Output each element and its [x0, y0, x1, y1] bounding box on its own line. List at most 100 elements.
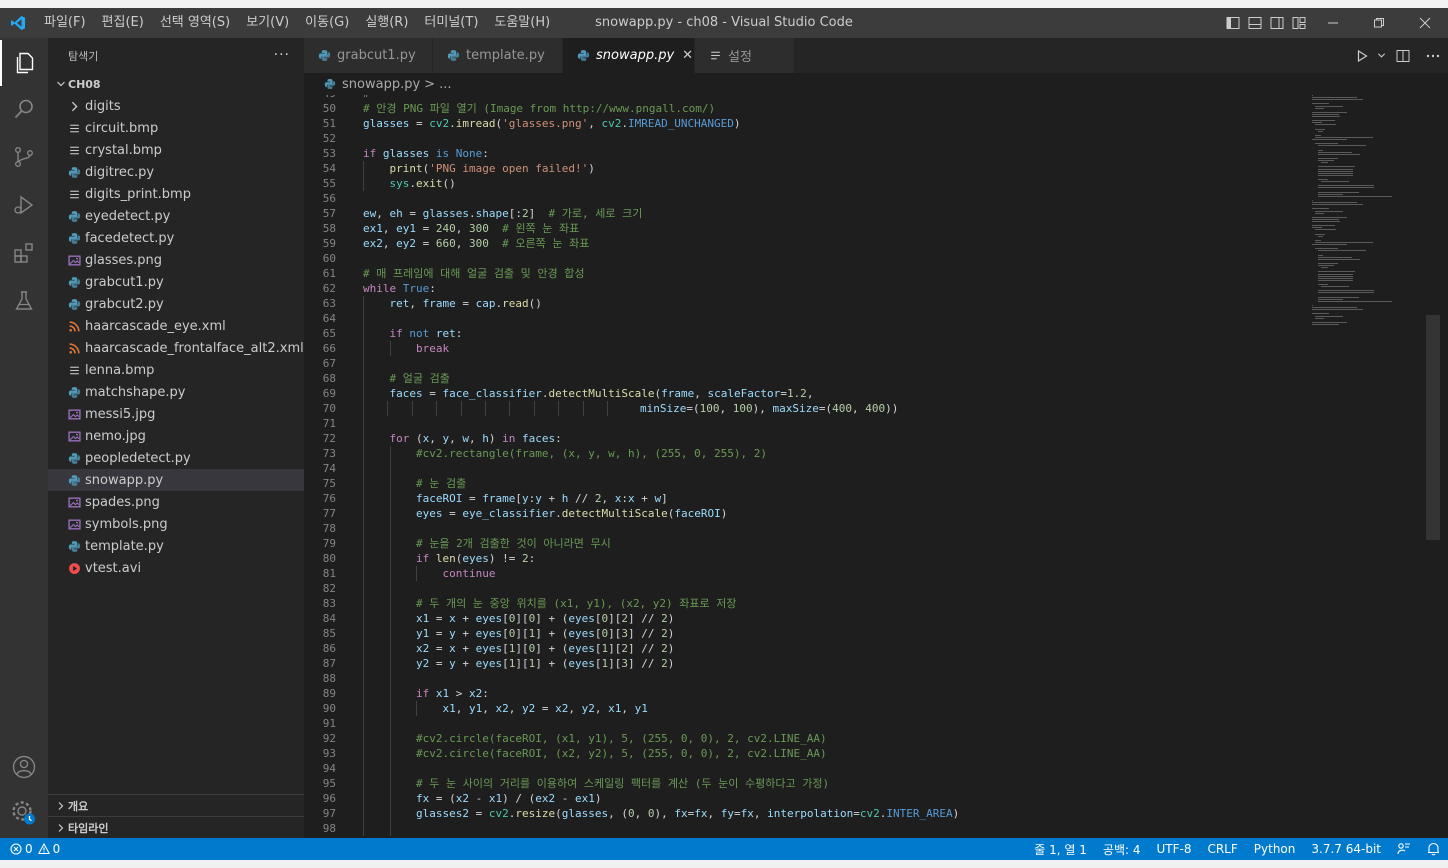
end-of-line[interactable]: CRLF — [1199, 842, 1245, 856]
encoding[interactable]: UTF-8 — [1148, 842, 1199, 856]
indentation[interactable]: 공백: 4 — [1095, 841, 1149, 858]
toggle-panel-icon[interactable] — [1244, 8, 1266, 38]
editor-tab[interactable]: 설정 — [695, 38, 795, 73]
menu-item[interactable]: 터미널(T) — [416, 8, 486, 38]
editor-tab[interactable]: snowapp.py ✕ — [563, 38, 695, 73]
search-icon[interactable] — [0, 86, 48, 132]
code-token: [ — [594, 612, 602, 625]
language-mode[interactable]: Python — [1246, 842, 1304, 856]
menu-item[interactable]: 이동(G) — [297, 8, 357, 38]
source-control-icon[interactable] — [0, 134, 48, 180]
outline-section[interactable]: 개요 — [48, 794, 304, 816]
split-editor-icon[interactable] — [1388, 38, 1418, 73]
tree-file[interactable]: lenna.bmp — [48, 359, 304, 381]
tree-file[interactable]: grabcut2.py — [48, 293, 304, 315]
code-token: = — [429, 642, 450, 655]
error-count: 0 — [25, 842, 33, 856]
problems-indicator[interactable]: 0 0 — [0, 838, 60, 860]
code-token: , — [588, 117, 602, 130]
tree-file[interactable]: matchshape.py — [48, 381, 304, 403]
line-number: 55 — [322, 177, 336, 190]
toggle-secondary-sidebar-icon[interactable] — [1266, 8, 1288, 38]
image-icon — [66, 254, 82, 267]
chevron-right-icon — [54, 801, 68, 811]
vertical-scrollbar[interactable] — [1426, 315, 1440, 540]
tree-file[interactable]: haarcascade_eye.xml — [48, 315, 304, 337]
menu-item[interactable]: 편집(E) — [94, 8, 152, 38]
menu-item[interactable]: 선택 영역(S) — [152, 8, 238, 38]
tree-file[interactable]: spades.png — [48, 491, 304, 513]
indent-guide — [389, 476, 391, 491]
explorer-icon[interactable] — [0, 40, 48, 86]
minimap-line — [1312, 139, 1348, 141]
notifications-bell-icon[interactable] — [1419, 842, 1448, 856]
code-editor[interactable]: 49#50# 안경 PNG 파일 열기 (Image from http://w… — [304, 95, 1448, 838]
indent-guide — [363, 506, 364, 521]
menu-item[interactable]: 보기(V) — [238, 8, 297, 38]
tree-file[interactable]: symbols.png — [48, 513, 304, 535]
tree-file[interactable]: eyedetect.py — [48, 205, 304, 227]
tree-file[interactable]: digitrec.py — [48, 161, 304, 183]
breadcrumb-symbols[interactable]: ... — [439, 77, 451, 92]
minimap-line — [1312, 305, 1313, 306]
tree-file[interactable]: facedetect.py — [48, 227, 304, 249]
file-name: haarcascade_eye.xml — [85, 318, 226, 334]
tree-file[interactable]: haarcascade_frontalface_alt2.xml — [48, 337, 304, 359]
code-token: ( — [409, 432, 423, 445]
tree-file[interactable]: messi5.jpg — [48, 403, 304, 425]
code-token: : — [429, 282, 436, 295]
code-token: resize — [515, 807, 556, 820]
code-token: not — [409, 327, 430, 340]
more-actions-icon[interactable] — [1418, 38, 1448, 73]
restore-icon[interactable] — [1356, 8, 1402, 38]
feedback-icon[interactable] — [1389, 842, 1419, 856]
line-number: 86 — [322, 642, 336, 655]
testing-flask-icon[interactable] — [0, 278, 48, 324]
code-token: x2 — [416, 642, 430, 655]
tree-file[interactable]: template.py — [48, 535, 304, 557]
editor-tab[interactable]: template.py — [433, 38, 563, 73]
menu-item[interactable]: 파일(F) — [36, 8, 94, 38]
tree-file[interactable]: vtest.avi — [48, 557, 304, 579]
code-line: 54 print('PNG image open failed!') — [304, 161, 1304, 176]
tree-file[interactable]: glasses.png — [48, 249, 304, 271]
code-token: ) — [488, 432, 503, 445]
timeline-section[interactable]: 타임라인 — [48, 816, 304, 838]
run-python-file-icon[interactable] — [1350, 38, 1374, 73]
customize-layout-icon[interactable] — [1288, 8, 1310, 38]
cursor-position[interactable]: 줄 1, 열 1 — [1026, 841, 1095, 858]
workspace-folder[interactable]: CH08 — [48, 73, 304, 95]
tree-file[interactable]: digits_print.bmp — [48, 183, 304, 205]
explorer-more-actions-icon[interactable]: ··· — [274, 38, 290, 73]
minimap-line — [1315, 137, 1373, 138]
code-token: eyes — [462, 552, 489, 565]
tree-file[interactable]: nemo.jpg — [48, 425, 304, 447]
minimap[interactable] — [1312, 95, 1422, 330]
breadcrumb-file[interactable]: snowapp.py — [342, 77, 420, 92]
accounts-icon[interactable] — [0, 744, 48, 790]
vscode-logo-icon[interactable] — [0, 8, 36, 38]
tree-file[interactable]: peopledetect.py — [48, 447, 304, 469]
tree-file[interactable]: crystal.bmp — [48, 139, 304, 161]
explorer-sidebar: 탐색기 ··· CH08 digits circuit.bmp crystal.bm… — [48, 38, 304, 838]
manage-gear-icon[interactable] — [0, 790, 48, 836]
close-window-icon[interactable] — [1402, 8, 1448, 38]
code-token: is — [435, 147, 450, 160]
run-dropdown-chevron-icon[interactable] — [1374, 38, 1388, 73]
tree-folder[interactable]: digits — [48, 95, 304, 117]
minimize-icon[interactable] — [1310, 8, 1356, 38]
extensions-icon[interactable] — [0, 230, 48, 276]
toggle-primary-sidebar-icon[interactable] — [1222, 8, 1244, 38]
tree-file[interactable]: circuit.bmp — [48, 117, 304, 139]
minimap-line — [1312, 323, 1339, 325]
editor-tab[interactable]: grabcut1.py — [304, 38, 433, 73]
tree-file[interactable]: grabcut1.py — [48, 271, 304, 293]
menu-item[interactable]: 실행(R) — [357, 8, 416, 38]
run-and-debug-icon[interactable] — [0, 182, 48, 228]
tab-close-icon[interactable]: ✕ — [682, 48, 693, 63]
minimap-line — [1321, 162, 1329, 164]
code-token: , — [382, 237, 397, 250]
tree-file[interactable]: snowapp.py — [48, 469, 304, 491]
python-interpreter[interactable]: 3.7.7 64-bit — [1303, 842, 1389, 856]
menu-item[interactable]: 도움말(H) — [486, 8, 558, 38]
